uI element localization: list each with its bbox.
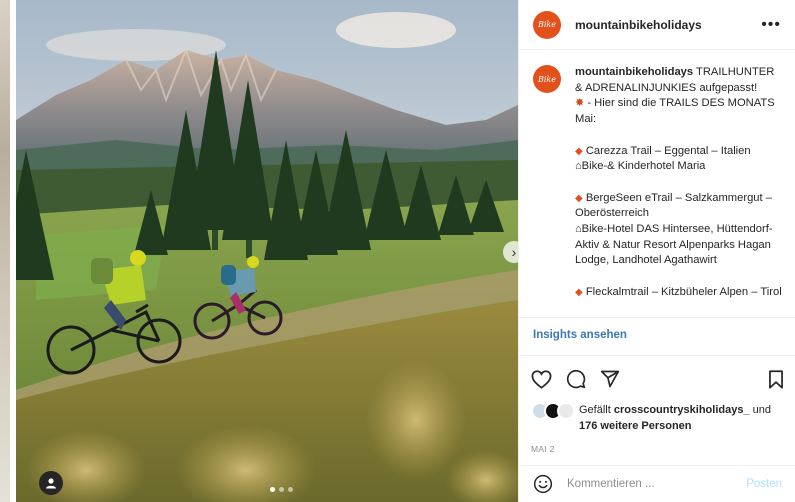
likes-others-link[interactable]: 176 weitere Personen (579, 420, 692, 432)
account-username[interactable]: mountainbikeholidays (575, 18, 761, 32)
orange-diamond-icon: ◆ (575, 145, 583, 157)
emoji-button[interactable] (533, 474, 553, 494)
comment-button[interactable] (566, 369, 586, 389)
carousel-dots (270, 487, 293, 492)
caption-avatar[interactable]: Bike (533, 65, 561, 93)
caption-username[interactable]: mountainbikeholidays (575, 66, 693, 78)
previous-post-peek[interactable] (0, 0, 10, 502)
carousel-dot-1 (270, 487, 275, 492)
trail-1-name: Carezza Trail – Eggental – Italien (585, 144, 751, 157)
comment-input[interactable] (567, 478, 747, 490)
house-emoji-icon: ⌂ (575, 160, 582, 173)
orange-diamond-icon: ◆ (575, 286, 583, 298)
comment-icon (566, 369, 586, 389)
bookmark-icon (769, 369, 783, 389)
comment-composer: Posten (519, 465, 795, 502)
share-button[interactable] (600, 369, 620, 389)
next-slide-button[interactable]: › (503, 241, 518, 263)
liker-username[interactable]: crosscountryskiholidays_ (614, 404, 750, 416)
liker-avatars[interactable] (531, 402, 575, 420)
more-options-icon[interactable]: ••• (761, 16, 781, 34)
post-comment-button[interactable]: Posten (746, 478, 782, 490)
trail-3-name: Fleckalmtrail – Kitzbüheler Alpen – Tiro… (585, 285, 782, 298)
heart-icon (531, 369, 552, 389)
user-tag-icon (46, 478, 56, 489)
likes-summary: Gefällt crosscountryskiholidays_ und 176… (531, 402, 784, 434)
caption-line-2: - Hier sind die TRAILS DES MONATS Mai: (575, 97, 775, 126)
likes-and: und (749, 404, 772, 416)
send-icon (600, 370, 620, 388)
post-image[interactable]: › (16, 0, 518, 502)
caption-scroll-area[interactable]: Bike mountainbikeholidays TRAILHUNTER & … (519, 51, 795, 317)
carousel-dot-3 (288, 487, 293, 492)
post-header: Bike mountainbikeholidays ••• (519, 0, 795, 50)
account-avatar[interactable]: Bike (533, 10, 561, 39)
smiley-icon (533, 474, 553, 494)
avatar (557, 402, 575, 420)
post-sidebar: Bike mountainbikeholidays ••• Bike mount… (518, 0, 795, 502)
chevron-right-icon: › (511, 244, 517, 260)
trail-2-name: BergeSeen eTrail – Salzkammergut – Oberö… (575, 191, 772, 220)
tagged-users-button[interactable] (39, 471, 63, 495)
collision-emoji-icon: ✸ (575, 97, 585, 110)
caption-text: mountainbikeholidays TRAILHUNTER & ADREN… (575, 65, 782, 301)
save-button[interactable] (768, 369, 784, 389)
avatar-logo-text: Bike (537, 20, 557, 29)
avatar-logo-text: Bike (537, 74, 557, 84)
carousel-dot-2 (279, 487, 284, 492)
house-emoji-icon: ⌂ (575, 223, 582, 235)
likes-prefix: Gefällt (579, 404, 614, 416)
trail-2-hotel: Bike-Hotel DAS Hintersee, Hüttendorf- Ak… (575, 223, 773, 267)
orange-diamond-icon: ◆ (575, 192, 583, 204)
insights-link[interactable]: Insights ansehen (519, 317, 795, 355)
post-actions: Gefällt crosscountryskiholidays_ und 176… (519, 355, 795, 454)
post-date[interactable]: MAI 2 (531, 444, 784, 454)
mountain-bike-photo (16, 0, 518, 502)
like-button[interactable] (531, 369, 552, 389)
trail-1-hotel: Bike-& Kinderhotel Maria (581, 160, 706, 173)
